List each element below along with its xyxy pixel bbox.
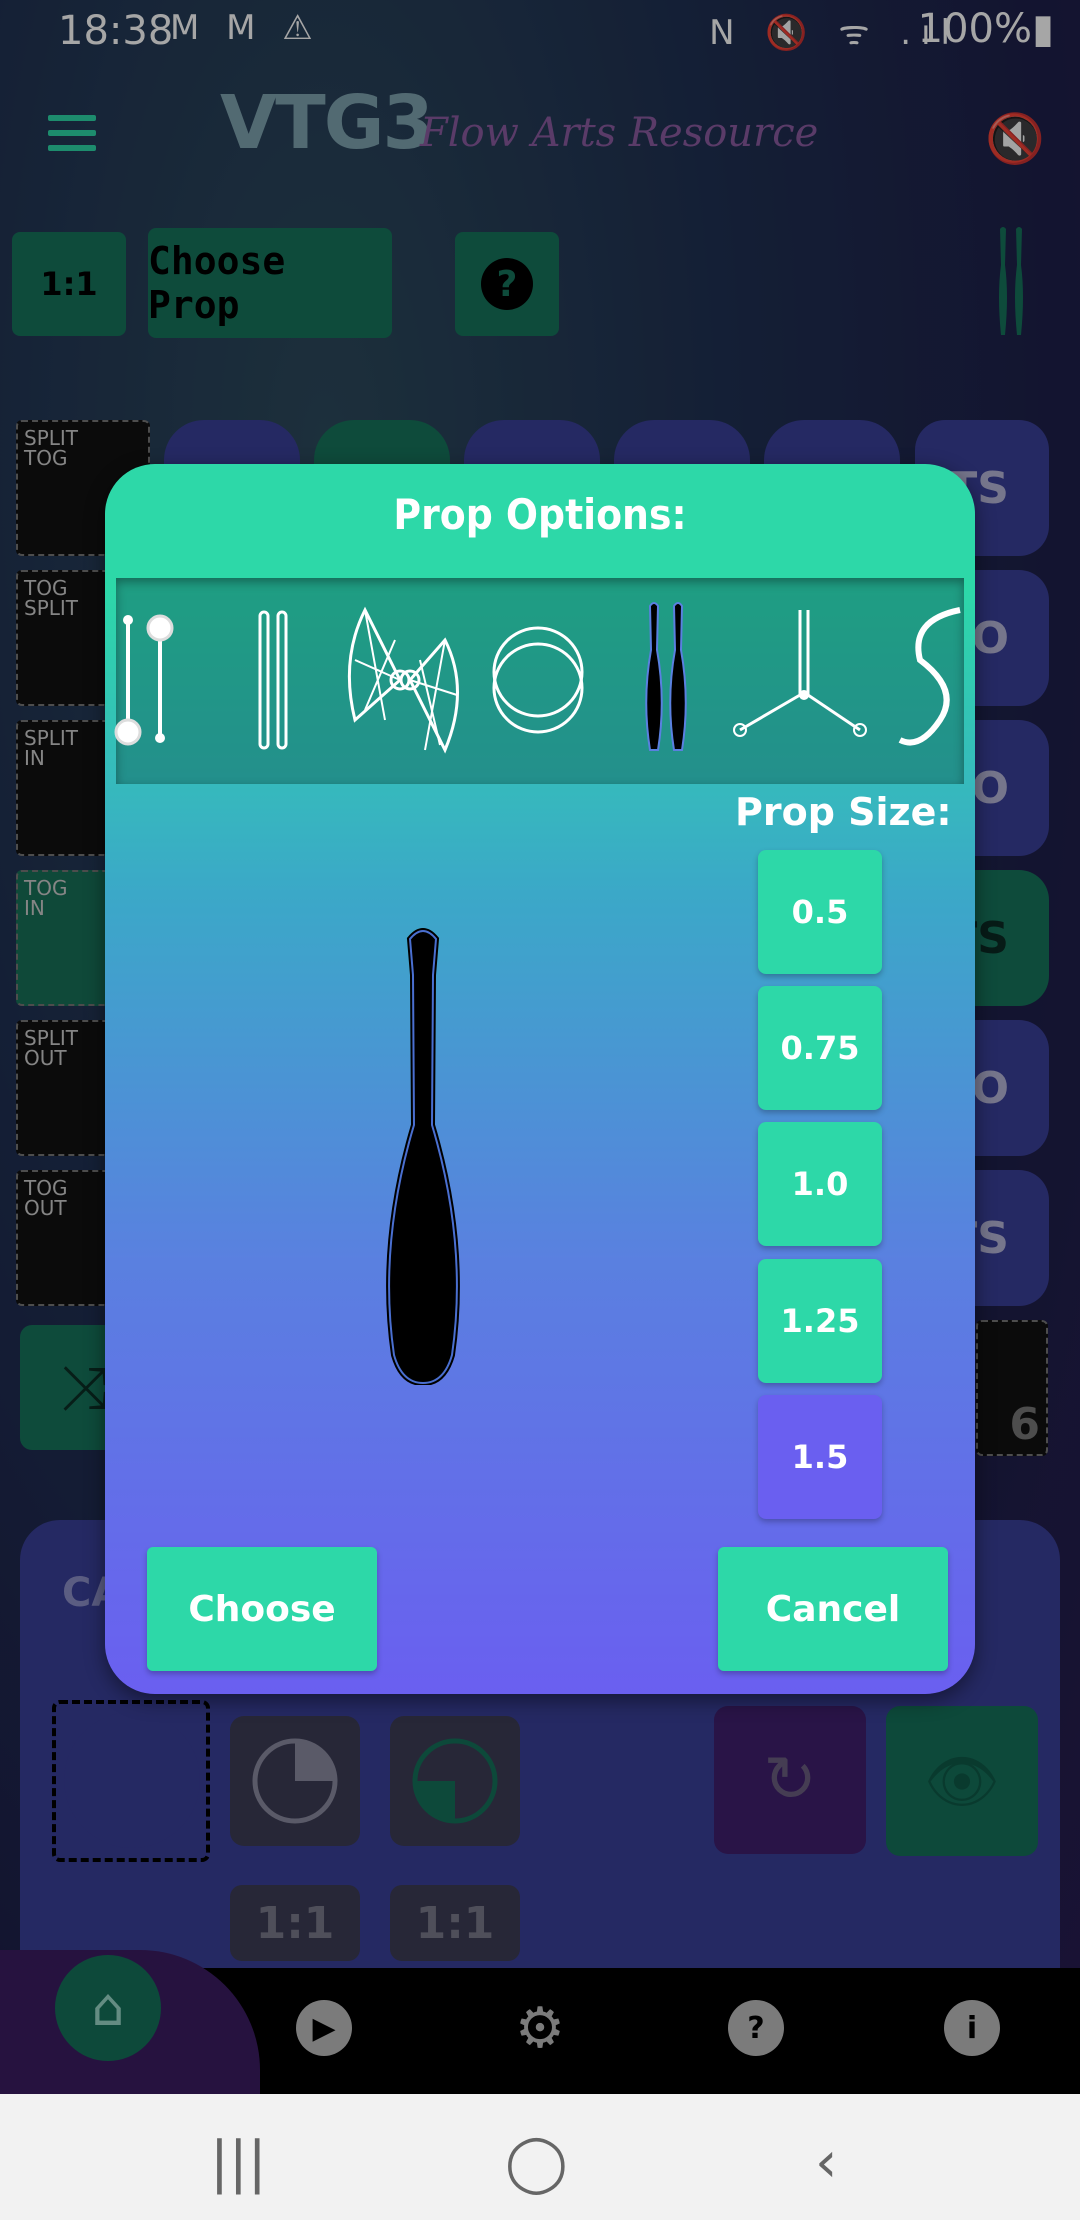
- buugeng-tri-icon[interactable]: [730, 600, 870, 760]
- recents-icon[interactable]: |||: [210, 2130, 267, 2195]
- size-option-0-75[interactable]: 0.75: [758, 986, 882, 1110]
- size-option-0-5[interactable]: 0.5: [758, 850, 882, 974]
- choose-button[interactable]: Choose: [147, 1547, 377, 1671]
- fan-icon[interactable]: [345, 600, 465, 760]
- poi-icon[interactable]: [112, 600, 182, 760]
- dialog-title: Prop Options:: [393, 490, 687, 539]
- cancel-button[interactable]: Cancel: [718, 1547, 948, 1671]
- size-option-1-5[interactable]: 1.5: [758, 1395, 882, 1519]
- prop-size-label: Prop Size:: [735, 790, 952, 834]
- buugeng-icon[interactable]: [890, 600, 964, 760]
- size-option-1-0[interactable]: 1.0: [758, 1122, 882, 1246]
- size-option-1-25[interactable]: 1.25: [758, 1259, 882, 1383]
- club-icon[interactable]: [636, 600, 696, 760]
- home-system-icon[interactable]: ◯: [505, 2130, 568, 2195]
- prop-preview-club: [386, 928, 460, 1385]
- staff-pair-icon[interactable]: [254, 600, 294, 760]
- hoop-icon[interactable]: [488, 600, 588, 760]
- back-icon[interactable]: ‹: [815, 2130, 837, 2195]
